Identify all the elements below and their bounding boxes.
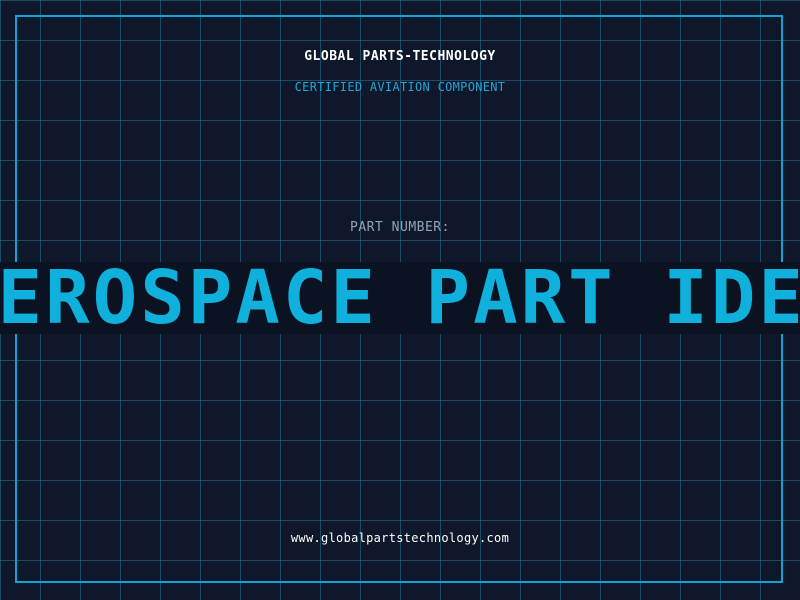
company-name: GLOBAL PARTS-TECHNOLOGY <box>304 49 496 64</box>
part-number-value: AEROSPACE PART IDENTIFICATION <box>0 262 800 334</box>
certification-text: CERTIFIED AVIATION COMPONENT <box>294 80 506 94</box>
part-number-banner: AEROSPACE PART IDENTIFICATION <box>0 262 800 334</box>
website-url: www.globalpartstechnology.com <box>290 531 510 545</box>
part-number-label: PART NUMBER: <box>350 220 450 235</box>
certificate-canvas: GLOBAL PARTS-TECHNOLOGY CERTIFIED AVIATI… <box>0 0 800 600</box>
